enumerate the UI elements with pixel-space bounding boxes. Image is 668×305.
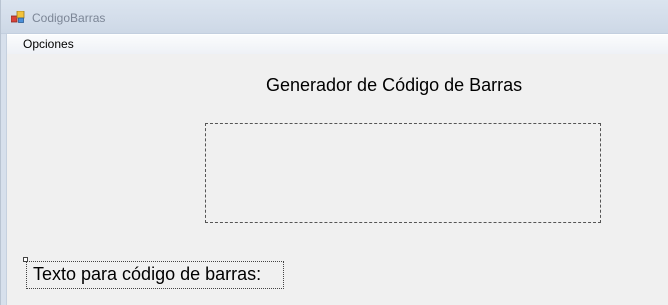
menu-item-opciones[interactable]: Opciones [23, 37, 74, 52]
barcode-text-label: Texto para código de barras: [26, 261, 284, 289]
window-title: CodigoBarras [32, 11, 106, 25]
barcode-display-area [205, 123, 601, 223]
window-frame-left [1, 34, 7, 305]
page-title: Generador de Código de Barras [266, 75, 523, 95]
main-window: CodigoBarras Opciones Generador de Códig… [0, 0, 668, 305]
title-bar[interactable]: CodigoBarras [1, 0, 668, 34]
windows-form-icon [11, 11, 25, 23]
menu-bar: Opciones [7, 34, 668, 54]
